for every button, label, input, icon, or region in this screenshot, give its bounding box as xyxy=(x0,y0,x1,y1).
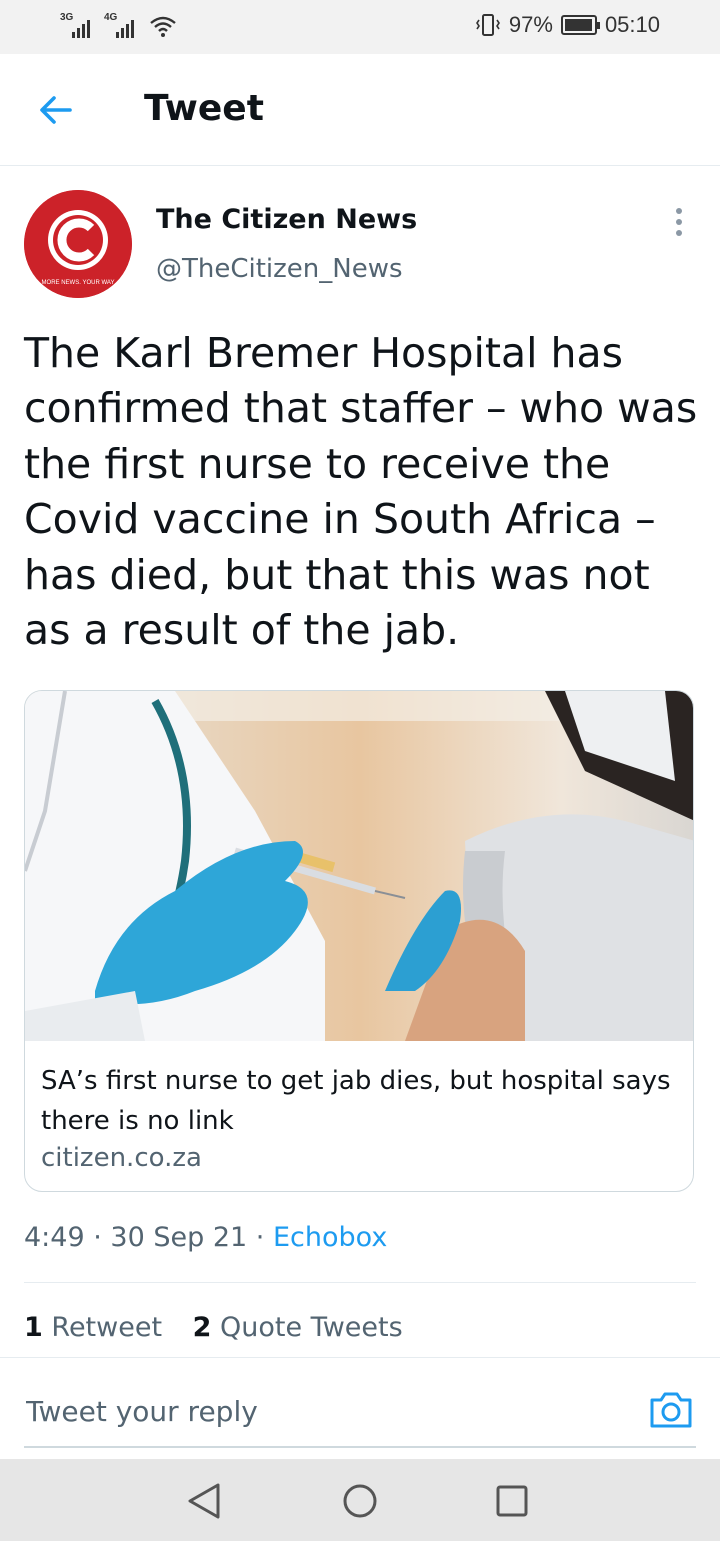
link-preview-card[interactable]: SA’s first nurse to get jab dies, but ho… xyxy=(24,690,694,1192)
card-image xyxy=(25,691,693,1041)
author-name[interactable]: The Citizen News xyxy=(156,204,417,235)
reply-input[interactable] xyxy=(24,1380,628,1442)
battery-icon xyxy=(560,15,600,35)
card-domain: citizen.co.za xyxy=(41,1143,202,1173)
top-app-bar: Tweet xyxy=(0,54,720,166)
status-bar-left: 3G 4G xyxy=(60,12,178,38)
divider xyxy=(24,1282,696,1283)
citizen-logo-icon: MORE NEWS. YOUR WAY xyxy=(24,190,132,298)
circle-home-icon[interactable] xyxy=(338,1479,382,1523)
tweet-meta: 4:49 · 30 Sep 21 · Echobox xyxy=(24,1222,387,1253)
status-bar-right: 97% 05:10 xyxy=(475,12,660,38)
divider xyxy=(0,1357,720,1358)
avatar[interactable]: MORE NEWS. YOUR WAY xyxy=(24,190,132,298)
battery-percent: 97% xyxy=(508,12,553,37)
wifi-icon xyxy=(150,16,176,37)
more-options-icon[interactable] xyxy=(664,204,694,240)
quote-tweets-label: Quote Tweets xyxy=(220,1312,403,1343)
author-handle[interactable]: @TheCitizen_News xyxy=(156,254,403,284)
triangle-back-icon[interactable] xyxy=(182,1479,226,1523)
quote-tweets-count: 2 xyxy=(192,1312,212,1343)
retweets-count: 1 xyxy=(24,1312,43,1343)
status-bar: 3G 4G 97% 05:10 xyxy=(0,0,720,54)
vibrate-icon xyxy=(475,14,500,36)
camera-icon[interactable] xyxy=(648,1386,694,1432)
system-nav-bar xyxy=(0,1459,720,1541)
arrow-left-icon[interactable] xyxy=(36,90,76,130)
clock: 05:10 xyxy=(604,12,660,37)
logo-tagline: MORE NEWS. YOUR WAY xyxy=(42,280,115,286)
tweet-date: 30 Sep 21 xyxy=(110,1222,248,1253)
meta-separator: · xyxy=(93,1222,111,1253)
tweet-source-link[interactable]: Echobox xyxy=(273,1222,387,1253)
tweet-time: 4:49 xyxy=(24,1222,85,1253)
retweets-stat[interactable]: 1 Retweet xyxy=(24,1312,162,1343)
page-title: Tweet xyxy=(144,88,264,129)
retweets-label: Retweet xyxy=(51,1312,163,1343)
reply-underline xyxy=(24,1446,696,1448)
tweet-text: The Karl Bremer Hospital has confirmed t… xyxy=(24,329,698,655)
card-title: SA’s first nurse to get jab dies, but ho… xyxy=(41,1066,671,1136)
quote-tweets-stat[interactable]: 2 Quote Tweets xyxy=(193,1312,403,1343)
meta-separator: · xyxy=(255,1222,273,1253)
sim2-signal-icon: 4G xyxy=(104,12,140,38)
tweet-stats: 1 Retweet 2 Quote Tweets xyxy=(24,1312,425,1343)
square-recents-icon[interactable] xyxy=(490,1479,534,1523)
sim1-signal-icon: 3G xyxy=(60,12,96,38)
